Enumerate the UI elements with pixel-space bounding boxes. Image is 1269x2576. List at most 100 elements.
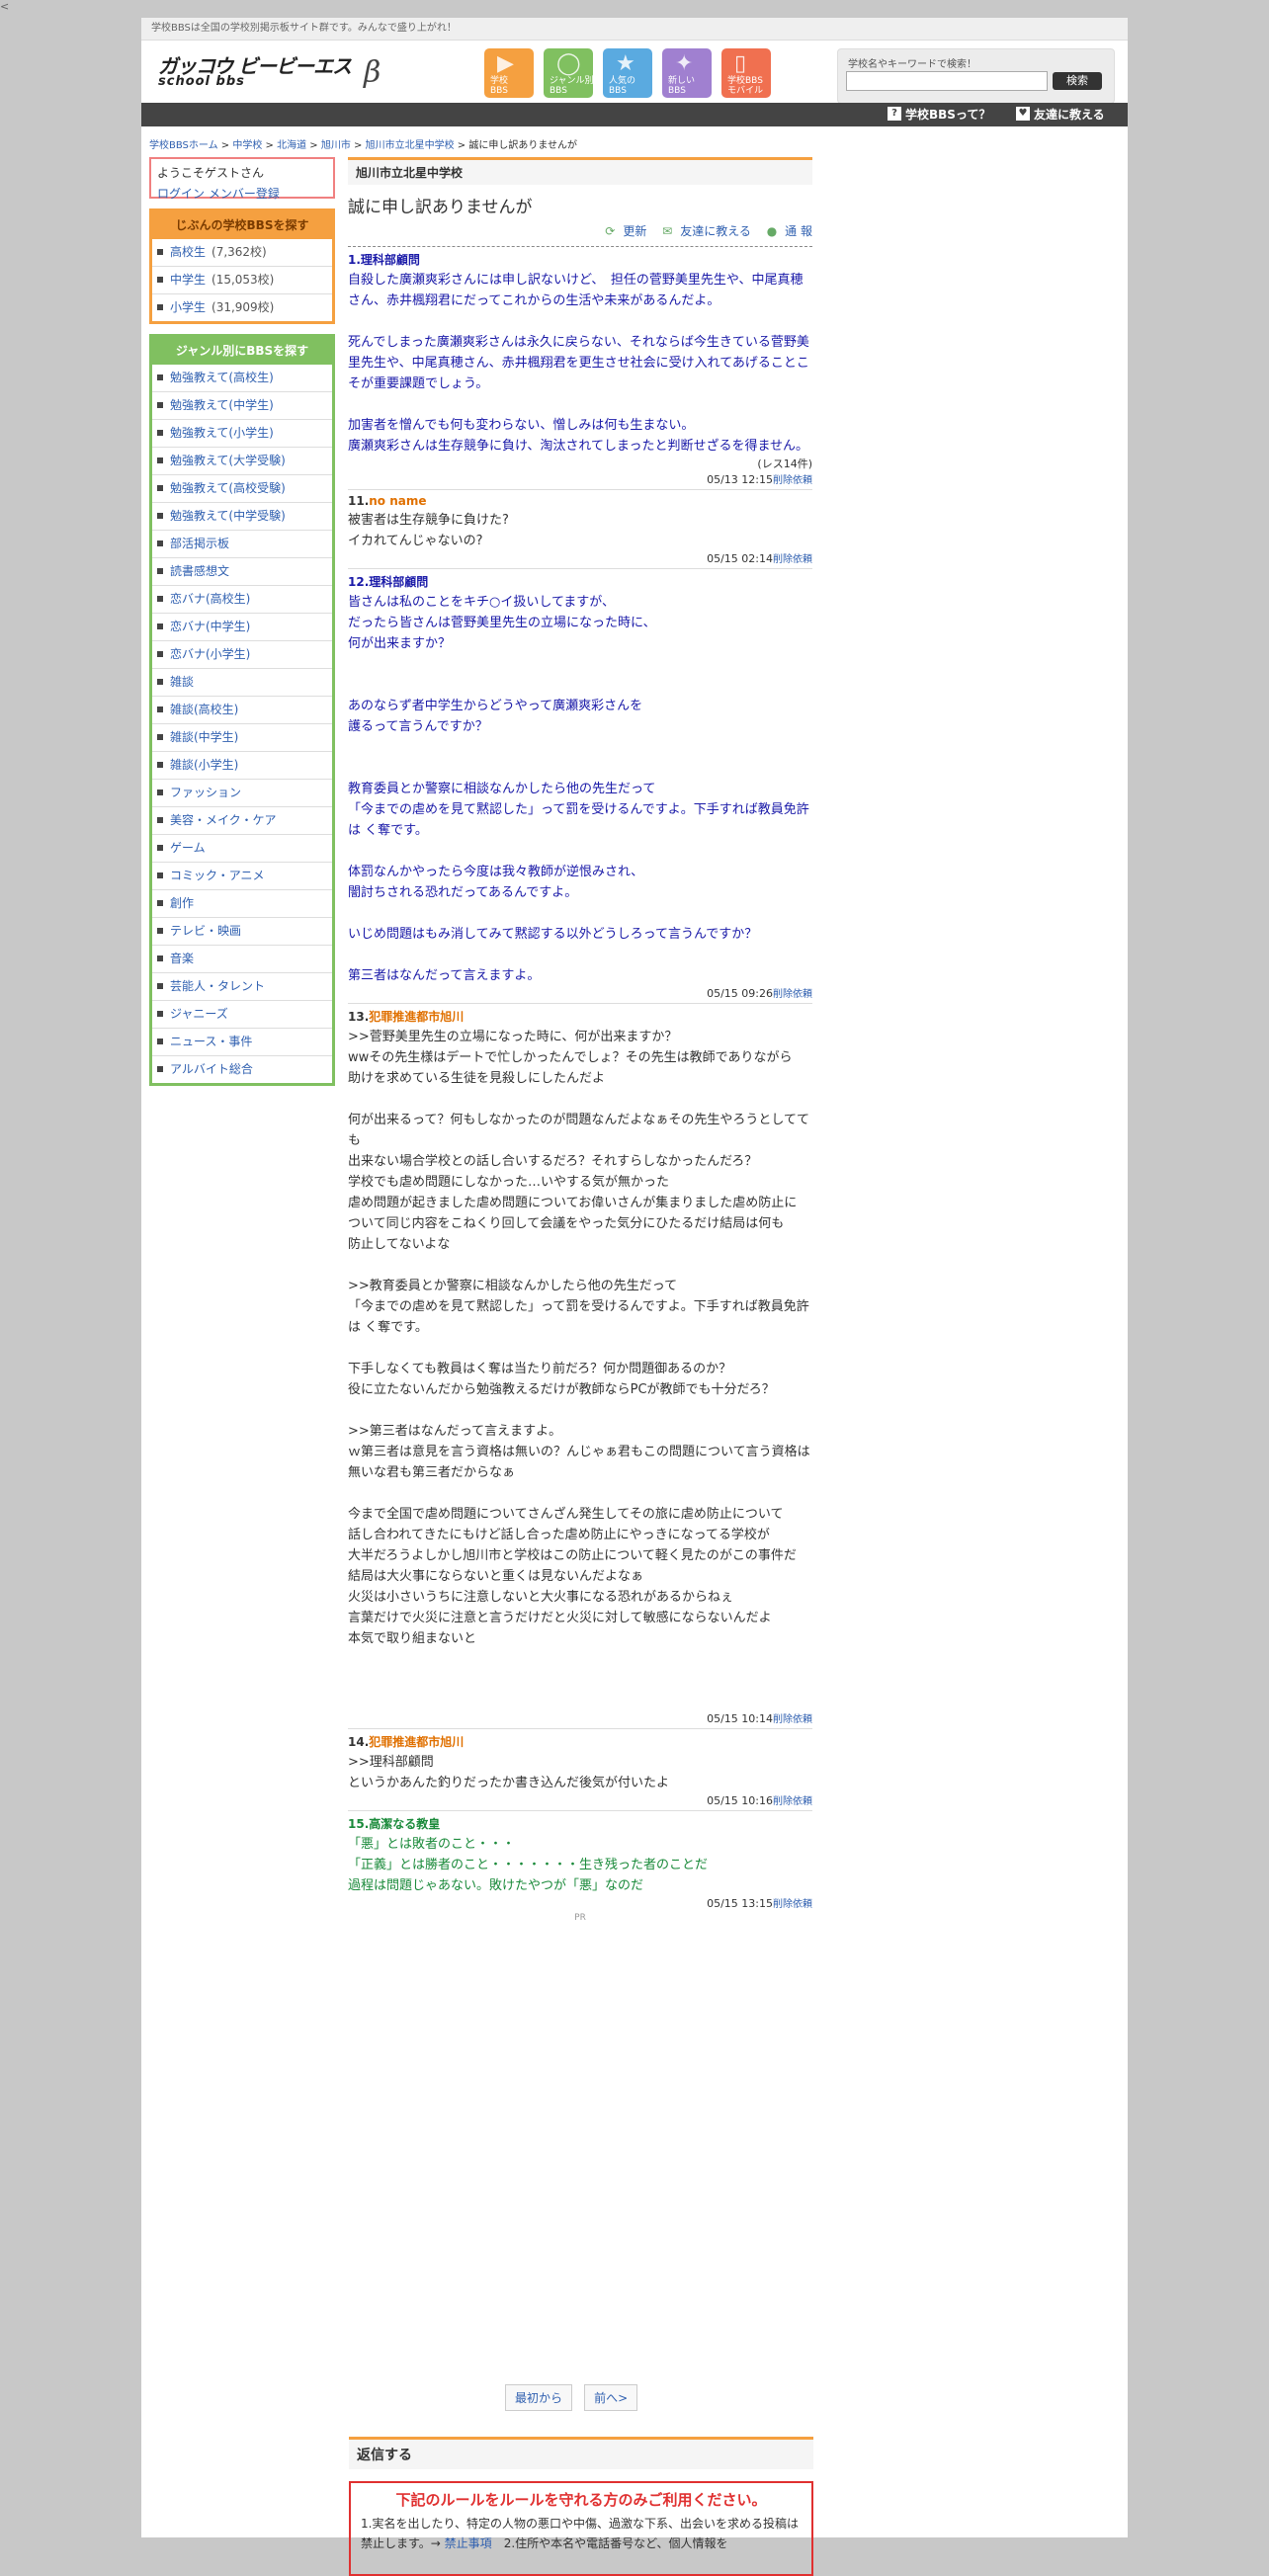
header: ガッコウ ビービーエス school bbs β ▶ 学校 BBS ◯ ジャンル別 B… (141, 41, 1128, 108)
post-meta: 05/15 10:16削除依頼 (348, 1793, 812, 1810)
refresh-icon: ⟳ (605, 224, 616, 238)
genre-item[interactable]: ニュース・事件 (152, 1029, 332, 1056)
thread-tools: ⟳ 更新 ✉ 友達に教える ● 通 報 (348, 222, 812, 242)
genre-item[interactable]: 恋バナ(小学生) (152, 641, 332, 669)
nav-icon-3: ✦ (675, 51, 694, 76)
site-logo[interactable]: ガッコウ ビービーエス school bbs β (158, 56, 385, 90)
genre-item[interactable]: テレビ・映画 (152, 918, 332, 946)
post-header: 13.犯罪推進都市旭川 (348, 1008, 812, 1025)
post-meta: 05/15 13:15削除依頼 (348, 1896, 812, 1913)
breadcrumb-separator: > (306, 140, 321, 151)
genre-item[interactable]: 勉強教えて(小学生) (152, 420, 332, 448)
pagination: 最初から 前へ> (505, 2384, 645, 2411)
search-button[interactable]: 検索 (1053, 72, 1102, 90)
pr-label: PR (574, 1913, 586, 1923)
nav-label-0: 学校 BBS (490, 76, 509, 96)
post-number: 1. (348, 253, 361, 267)
breadcrumb-separator: > (350, 140, 366, 151)
board-name[interactable]: 旭川市立北星中学校 (348, 157, 812, 185)
tell-friend-link[interactable]: ♥ 友達に教える (1016, 107, 1105, 123)
genre-item[interactable]: 恋バナ(中学生) (152, 614, 332, 641)
post: 15.高潔なる教皇 「悪」とは敗者のこと・・・ 「正義」とは勝者のこと・・・・・・… (348, 1810, 812, 1913)
nav-button-2[interactable]: ★ 人気の BBS (603, 48, 652, 98)
genre-item[interactable]: 雑談 (152, 669, 332, 697)
post-header: 12.理科部顧問 (348, 573, 812, 590)
post-date: 05/15 10:14 (707, 1712, 773, 1725)
post: 13.犯罪推進都市旭川 >>菅野美里先生の立場になった時に、何が出来ますか？ ww… (348, 1003, 812, 1728)
site-tagline: 学校BBSは全国の学校別掲示板サイト群です。みんなで盛り上がれ！ (141, 18, 1128, 41)
post-author: 理科部顧問 (360, 253, 420, 267)
first-page-button[interactable]: 最初から (505, 2384, 573, 2411)
genre-item[interactable]: 勉強教えて(高校受験) (152, 475, 332, 503)
nav-button-0[interactable]: ▶ 学校 BBS (484, 48, 534, 98)
breadcrumb-item[interactable]: 北海道 (277, 140, 306, 151)
nav-button-4[interactable]: ▯ 学校BBS モバイル (721, 48, 771, 98)
genre-item[interactable]: 勉強教えて(高校生) (152, 365, 332, 392)
breadcrumb-item[interactable]: 旭川市 (321, 140, 351, 151)
genre-item[interactable]: 勉強教えて(中学生) (152, 392, 332, 420)
breadcrumb-item[interactable]: 中学校 (232, 140, 262, 151)
genre-item[interactable]: ゲーム (152, 835, 332, 863)
genre-item[interactable]: 雑談(小学生) (152, 752, 332, 780)
report-link[interactable]: ● 通 報 (761, 224, 812, 238)
breadcrumb-item[interactable]: 学校BBSホーム (149, 140, 218, 151)
tell-friend-tool[interactable]: ✉ 友達に教える (656, 224, 751, 238)
search-input[interactable] (846, 71, 1048, 91)
delete-request-link[interactable]: 削除依頼 (773, 989, 812, 1000)
nav-label-1: ジャンル別 BBS (550, 76, 594, 96)
school-level-item[interactable]: 小学生 (31,909校) (152, 294, 332, 321)
delete-request-link[interactable]: 削除依頼 (773, 554, 812, 565)
post-meta: 05/15 09:26削除依頼 (348, 986, 812, 1003)
genre-item[interactable]: 雑談(中学生) (152, 724, 332, 752)
nav-button-1[interactable]: ◯ ジャンル別 BBS (544, 48, 594, 98)
nav-icon-2: ★ (616, 51, 635, 76)
genre-item[interactable]: アルバイト総合 (152, 1056, 332, 1083)
welcome-box: ようこそゲストさん ログイン メンバー登録 (149, 157, 335, 201)
post-body: 皆さんは私のことをキチ○イ扱いしてますが、 だったら皆さんは菅野美里先生の立場に… (348, 595, 809, 983)
prohibited-items-link[interactable]: 禁止事項 (445, 2536, 492, 2550)
genre-item[interactable]: 芸能人・タレント (152, 973, 332, 1001)
genre-item[interactable]: コミック・アニメ (152, 863, 332, 890)
nav-button-3[interactable]: ✦ 新しい BBS (662, 48, 712, 98)
login-link[interactable]: ログイン (157, 187, 205, 201)
delete-request-link[interactable]: 削除依頼 (773, 1714, 812, 1725)
breadcrumb-item[interactable]: 旭川市立北星中学校 (366, 140, 455, 151)
logo-text-katakana: ガッコウ ビービーエス (158, 54, 352, 78)
genre-item[interactable]: 部活掲示板 (152, 531, 332, 558)
nav-label-4: 学校BBS モバイル (727, 76, 764, 96)
breadcrumb-separator: > (217, 140, 233, 151)
genre-item[interactable]: 創作 (152, 890, 332, 918)
update-link[interactable]: ⟳ 更新 (599, 224, 646, 238)
delete-request-link[interactable]: 削除依頼 (773, 1796, 812, 1807)
post: 1.理科部顧問 自殺した廣瀬爽彩さんには申し訳ないけど、 担任の菅野美里先生や、中… (348, 246, 812, 489)
nav-label-2: 人気の BBS (609, 76, 636, 96)
genre-item[interactable]: 恋バナ(高校生) (152, 586, 332, 614)
genre-item[interactable]: 読書感想文 (152, 558, 332, 586)
delete-request-link[interactable]: 削除依頼 (773, 1899, 812, 1910)
genre-item[interactable]: ジャニーズ (152, 1001, 332, 1029)
school-level-item[interactable]: 中学生 (15,053校) (152, 267, 332, 294)
school-level-item[interactable]: 高校生 (7,362校) (152, 239, 332, 267)
mail-icon: ✉ (662, 224, 673, 238)
post-number: 14. (348, 1735, 370, 1749)
register-link[interactable]: メンバー登録 (209, 187, 280, 201)
delete-request-link[interactable]: 削除依頼 (773, 475, 812, 486)
post-number: 15. (348, 1817, 370, 1831)
post: 14.犯罪推進都市旭川 >>理科部顧問 というかあんた釣りだったか書き込んだ後気が… (348, 1728, 812, 1810)
search-label: 学校名やキーワードで検索！ (848, 59, 976, 70)
genre-item[interactable]: 勉強教えて(大学受験) (152, 448, 332, 475)
post-date: 05/15 10:16 (707, 1794, 773, 1807)
reply-count: (レス14件) (757, 457, 812, 470)
genre-item[interactable]: 雑談(高校生) (152, 697, 332, 724)
genre-item[interactable]: 勉強教えて(中学受験) (152, 503, 332, 531)
post-header: 11.no name (348, 494, 812, 508)
thread-main: 旭川市立北星中学校 誠に申し訳ありませんが ⟳ 更新 ✉ 友達に教える ● 通 報 1… (348, 157, 812, 1923)
genre-item[interactable]: 美容・メイク・ケア (152, 807, 332, 835)
genre-item[interactable]: ファッション (152, 780, 332, 807)
prev-page-button[interactable]: 前へ> (584, 2384, 638, 2411)
post-body: >>菅野美里先生の立場になった時に、何が出来ますか？ wwその先生様はデートで忙… (348, 1030, 810, 1646)
nav-icon-4: ▯ (734, 51, 747, 76)
post: 11.no name 被害者は生存競争に負けた? イカれてんじゃないの? 05/15… (348, 489, 812, 568)
genre-item[interactable]: 音楽 (152, 946, 332, 973)
about-link[interactable]: ? 学校BBSって？ (888, 107, 990, 123)
